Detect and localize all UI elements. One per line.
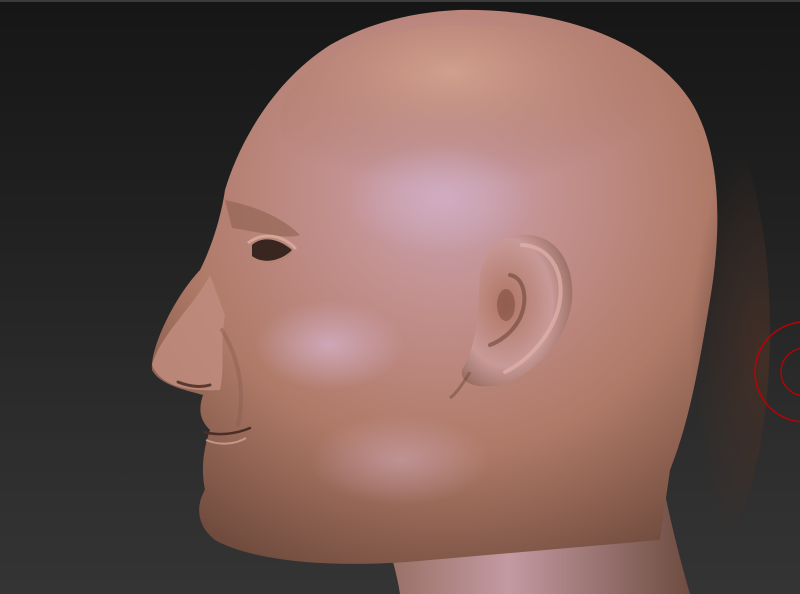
cheek-highlight — [255, 300, 405, 390]
sculpt-viewport[interactable] — [0, 0, 800, 594]
back-shadow — [610, 90, 770, 570]
viewport-canvas[interactable] — [0, 0, 800, 594]
jaw-highlight — [310, 415, 490, 505]
